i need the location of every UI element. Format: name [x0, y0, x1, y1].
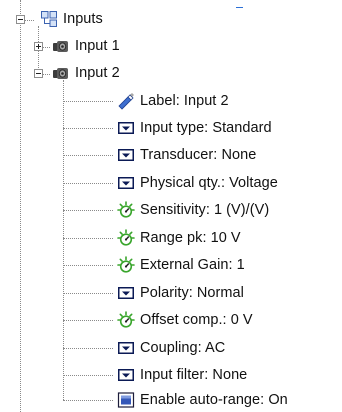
green-dial-icon: [117, 256, 135, 274]
tree-node-label: Inputs: [63, 11, 103, 27]
green-dial-icon: [117, 229, 135, 247]
property-sensitivity[interactable]: Sensitivity: 1 (V)/(V): [117, 199, 269, 221]
transducer-icon: [52, 37, 70, 55]
selection-marker: [236, 7, 243, 8]
expand-toggle-input-2[interactable]: [34, 69, 43, 78]
property-range-pk[interactable]: Range pk: 10 V: [117, 227, 241, 249]
property-coupling[interactable]: Coupling: AC: [117, 337, 225, 359]
tree-line-branch: [63, 101, 113, 102]
tree-line-branch: [63, 265, 113, 266]
tree-node-label: Input 1: [75, 38, 120, 54]
property-physical-qty[interactable]: Physical qty.: Voltage: [117, 172, 278, 194]
expand-toggle-input-1[interactable]: [34, 42, 43, 51]
property-polarity[interactable]: Polarity: Normal: [117, 282, 244, 304]
dropdown-icon: [117, 146, 135, 164]
property-external-gain[interactable]: External Gain: 1: [117, 254, 245, 276]
tree-node-input-1[interactable]: Input 1: [52, 35, 120, 57]
tree-line-branch: [63, 400, 113, 401]
dropdown-icon: [117, 366, 135, 384]
tree-node-input-2[interactable]: Input 2: [52, 62, 120, 84]
tree-line-branch: [63, 128, 113, 129]
checkbox-checked-icon[interactable]: [117, 391, 135, 409]
property-offset-comp[interactable]: Offset comp.: 0 V: [117, 309, 253, 331]
tree-node-inputs[interactable]: Inputs: [40, 8, 103, 30]
property-transducer[interactable]: Transducer: None: [117, 144, 256, 166]
tree-line-branch: [63, 320, 113, 321]
expand-toggle-inputs[interactable]: [16, 15, 25, 24]
tree-node-label: Input 2: [75, 65, 120, 81]
property-label[interactable]: Label: Input 2: [117, 90, 229, 112]
pencil-tag-icon: [117, 92, 135, 110]
tree-line-branch: [63, 238, 113, 239]
transducer-icon: [52, 64, 70, 82]
green-dial-icon: [117, 311, 135, 329]
dropdown-icon: [117, 174, 135, 192]
tree-line-branch: [63, 348, 113, 349]
tree-line-branch: [63, 155, 113, 156]
tree-line-branch: [63, 375, 113, 376]
tree-line-branch: [63, 183, 113, 184]
dropdown-icon: [117, 284, 135, 302]
property-input-type[interactable]: Input type: Standard: [117, 117, 272, 139]
grid-tree-icon: [40, 10, 58, 28]
dropdown-icon: [117, 119, 135, 137]
tree-line-branch: [63, 293, 113, 294]
property-enable-auto-range[interactable]: Enable auto-range: On: [117, 389, 288, 411]
tree-line-root: [20, 0, 21, 412]
green-dial-icon: [117, 201, 135, 219]
dropdown-icon: [117, 339, 135, 357]
tree-line-branch: [63, 210, 113, 211]
property-input-filter[interactable]: Input filter: None: [117, 364, 247, 386]
